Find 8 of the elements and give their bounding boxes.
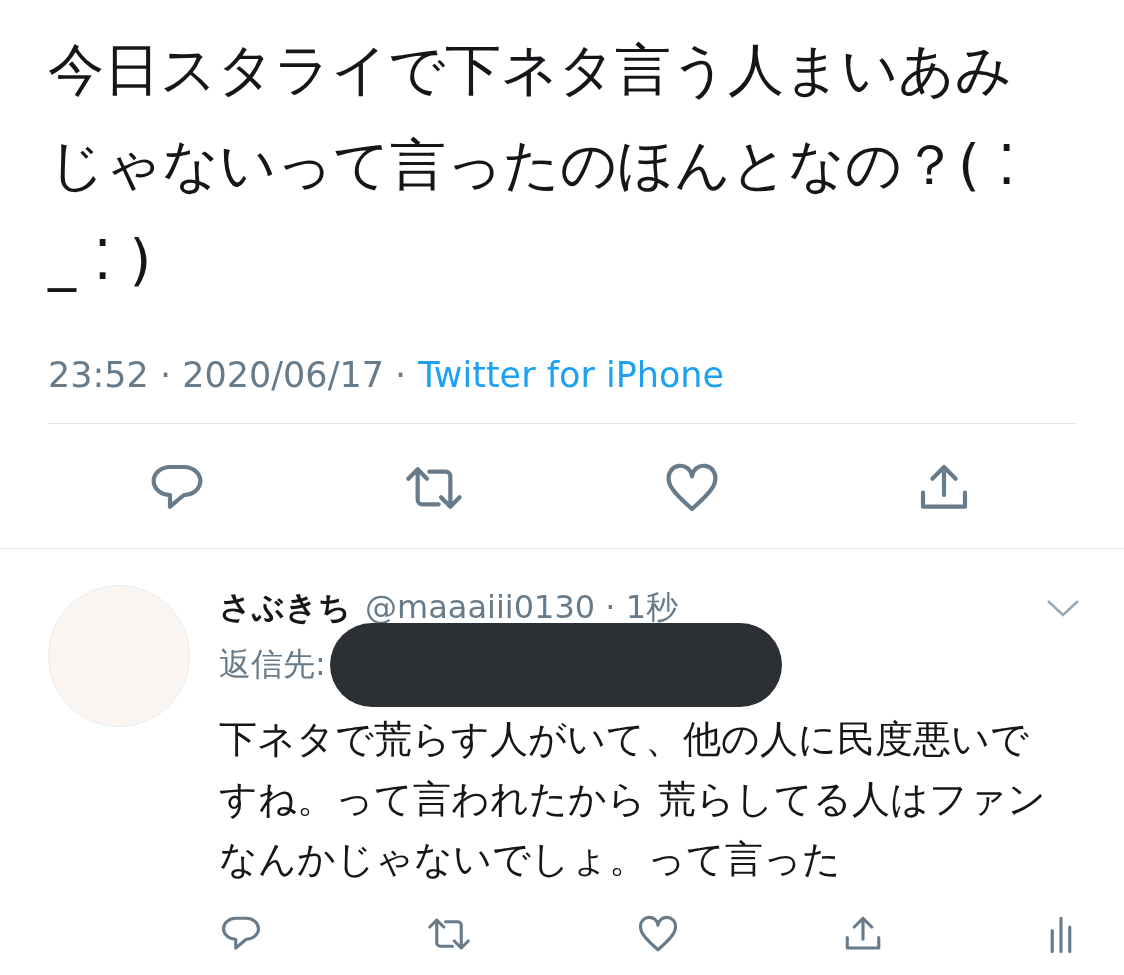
tweet-timestamp: 23:52 · 2020/06/17 · <box>48 355 407 395</box>
reply-text: 下ネタで荒らす人がいて、他の人に民度悪いですね。って言われたから 荒らしてる人はファンなんかじゃないでしょ。って言った <box>219 716 1048 883</box>
source-link[interactable]: Twitter for iPhone <box>418 355 725 395</box>
reply-to-label: 返信先: <box>219 644 326 685</box>
user-name: さぶきち <box>219 587 351 628</box>
tweet-text: 今日スタライで下ネタ言う人まいあみじゃないって言ったのほんとなの？( ⁚ _ ⁚ ) <box>48 36 1017 294</box>
user-handle: @maaaiii0130 · 1秒 <box>365 587 678 628</box>
chevron-down-icon[interactable] <box>1046 598 1080 618</box>
